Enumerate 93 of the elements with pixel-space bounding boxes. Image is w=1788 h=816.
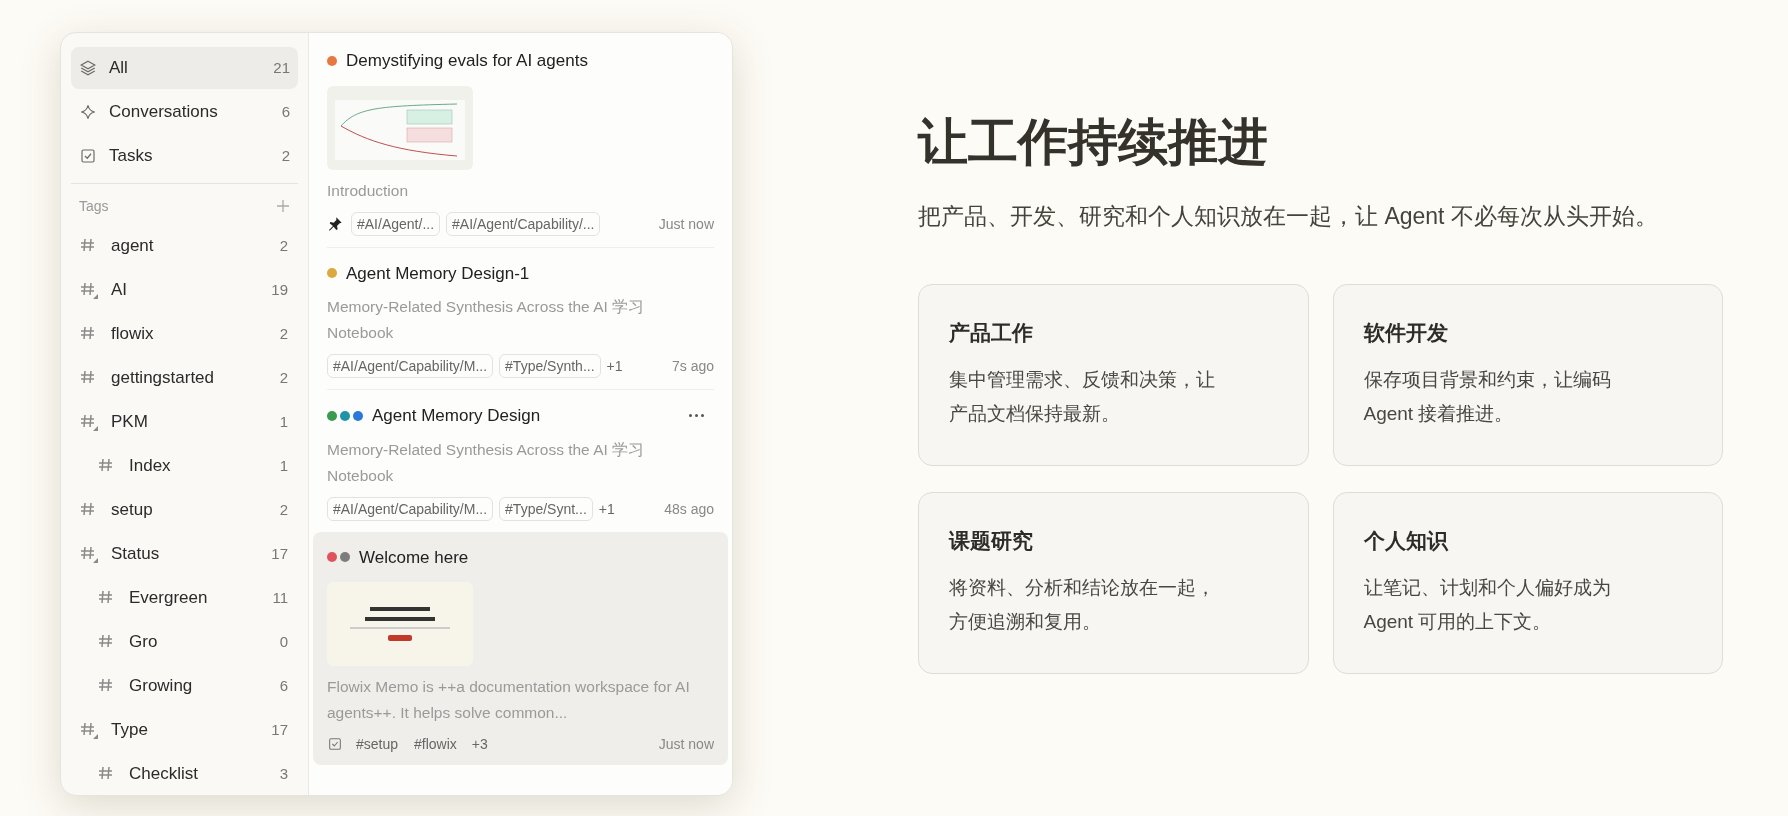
nav-item[interactable]: Conversations 6 bbox=[71, 91, 298, 133]
tag-item[interactable]: gettingstarted 2 bbox=[71, 356, 298, 400]
sparkle-icon bbox=[79, 103, 97, 121]
card-text: 将资料、分析和结论放在一起，方便追溯和复用。 bbox=[949, 575, 1216, 634]
hash-icon bbox=[79, 280, 99, 300]
tag-label: agent bbox=[111, 235, 155, 258]
nav-item[interactable]: Tasks 2 bbox=[71, 135, 298, 177]
tag-label: Evergreen bbox=[129, 587, 209, 610]
checkbox-icon bbox=[79, 147, 97, 165]
tag-item[interactable]: Status 17 bbox=[71, 532, 298, 576]
tag-label: Index bbox=[129, 455, 172, 478]
tag-chip[interactable]: #AI/Agent/... bbox=[351, 211, 441, 236]
tag-count: 1 bbox=[279, 455, 288, 476]
note-title: Agent Memory Design bbox=[372, 405, 541, 427]
tag-chip[interactable]: #AI/Agent/Capability/... bbox=[446, 211, 601, 236]
tag-item[interactable]: AI 19 bbox=[71, 268, 298, 312]
note-title: Agent Memory Design-1 bbox=[346, 262, 530, 285]
hash-icon bbox=[79, 412, 99, 432]
tag-item[interactable]: Growing 6 bbox=[71, 664, 298, 708]
tag-item[interactable]: Gro 0 bbox=[71, 620, 298, 664]
hash-icon bbox=[79, 544, 99, 564]
more-tags-count: +1 bbox=[606, 357, 623, 376]
nav-item[interactable]: All 21 bbox=[71, 47, 298, 89]
note-item[interactable]: Agent Memory Design-1 Memory-Related Synthesis Across the AI 学习 Notebook #AI/Agent/Capability/M... #Type/Synth... +1 7s ago bbox=[313, 247, 728, 389]
tags-heading: Tags bbox=[79, 196, 110, 216]
tag-count: 17 bbox=[271, 719, 288, 740]
card-text: 让笔记、计划和个人偏好成为 Agent 可用的上下文。 bbox=[1363, 575, 1612, 634]
nav-label: All bbox=[109, 57, 129, 80]
tag-item[interactable]: flowix 2 bbox=[71, 312, 298, 356]
more-tags-count: +3 bbox=[471, 735, 488, 754]
card-text: 集中管理需求、反馈和决策，让产品文档保持最新。 bbox=[949, 367, 1216, 426]
note-item[interactable]: Demystifying evals for AI agents Introduction #AI/Agent/... #AI/Agent/Capability/... Just now bbox=[313, 35, 728, 247]
note-time: 48s ago bbox=[664, 499, 714, 519]
note-item[interactable]: Agent Memory Design Memory-Related Synthesis Across the AI 学习 Notebook #AI/Agent/Capability/M... #Type/Synt... +1 48s ago bbox=[313, 390, 728, 532]
tag-label: Gro bbox=[129, 631, 159, 654]
tag-label: AI bbox=[111, 279, 129, 302]
tag-label: Type bbox=[111, 719, 149, 742]
tag-count: 2 bbox=[279, 235, 288, 256]
tag-label: Status bbox=[111, 543, 161, 566]
tag-count: 3 bbox=[279, 763, 288, 784]
tag-count: 1 bbox=[279, 411, 288, 432]
tag-chip[interactable]: #setup bbox=[355, 734, 400, 754]
tag-label: setup bbox=[111, 499, 154, 522]
note-excerpt: Introduction bbox=[327, 180, 409, 201]
card-title: 个人知识 bbox=[1363, 528, 1449, 554]
tag-item[interactable]: Index 1 bbox=[71, 444, 298, 488]
card-title: 软件开发 bbox=[1363, 320, 1449, 346]
tag-count: 6 bbox=[279, 675, 288, 696]
tag-label: Checklist bbox=[129, 763, 199, 786]
tag-chip[interactable]: #AI/Agent/Capability/M... bbox=[327, 496, 494, 521]
hash-icon bbox=[79, 720, 99, 740]
note-excerpt: Flowix Memo is ++a documentation workspace for AI agents++. It helps solve common... bbox=[327, 677, 691, 723]
nav-label: Conversations bbox=[109, 101, 219, 124]
nav-count: 21 bbox=[273, 57, 290, 78]
tag-count: 19 bbox=[271, 279, 288, 300]
tag-chip[interactable]: #flowix bbox=[413, 734, 458, 754]
more-tags-count: +1 bbox=[598, 499, 615, 519]
tag-label: flowix bbox=[111, 323, 155, 346]
tag-count: 2 bbox=[279, 499, 288, 520]
tag-count: 2 bbox=[279, 367, 288, 388]
tag-label: Growing bbox=[129, 675, 194, 698]
note-item[interactable]: Welcome here Flowix Memo is ++a documentation workspace for AI agents++. It helps solve common... #setup #flowix +3 Just now bbox=[313, 531, 728, 765]
tag-chip[interactable]: #Type/Synth... bbox=[499, 354, 601, 378]
tag-item[interactable]: Type 17 bbox=[71, 708, 298, 752]
tag-item[interactable]: Evergreen 11 bbox=[71, 576, 298, 620]
hero-title: 让工作持续推进 bbox=[918, 113, 1269, 172]
tag-item[interactable]: Checklist 3 bbox=[71, 752, 298, 795]
note-title: Welcome here bbox=[359, 546, 469, 569]
note-time: 7s ago bbox=[671, 357, 714, 376]
note-excerpt: Memory-Related Synthesis Across the AI 学习 Notebook bbox=[327, 439, 646, 486]
tag-item[interactable]: agent 2 bbox=[71, 224, 298, 268]
tag-item[interactable]: PKM 1 bbox=[71, 400, 298, 444]
note-excerpt: Memory-Related Synthesis Across the AI 学习 Notebook bbox=[327, 297, 646, 343]
note-title: Demystifying evals for AI agents bbox=[346, 50, 588, 72]
tag-item[interactable]: setup 2 bbox=[71, 488, 298, 532]
card-text: 保存项目背景和约束，让编码 Agent 接着推进。 bbox=[1363, 367, 1612, 426]
note-time: Just now bbox=[658, 735, 714, 754]
tag-label: PKM bbox=[111, 411, 149, 434]
hero-subtitle: 把产品、开发、研究和个人知识放在一起，让 Agent 不必每次从头开始。 bbox=[918, 202, 1659, 231]
nav-label: Tasks bbox=[109, 145, 154, 168]
nav-count: 6 bbox=[281, 101, 290, 122]
tag-count: 0 bbox=[279, 631, 288, 652]
card-title: 课题研究 bbox=[949, 528, 1034, 554]
tag-count: 17 bbox=[271, 543, 288, 564]
card-title: 产品工作 bbox=[949, 320, 1034, 346]
nav-count: 2 bbox=[281, 145, 290, 166]
note-time: Just now bbox=[658, 214, 714, 234]
layers-icon bbox=[79, 59, 97, 77]
tag-chip[interactable]: #AI/Agent/Capability/M... bbox=[327, 354, 494, 378]
tag-label: gettingstarted bbox=[111, 367, 215, 390]
tag-count: 11 bbox=[272, 587, 288, 608]
tag-count: 2 bbox=[279, 323, 288, 344]
tag-chip[interactable]: #Type/Synt... bbox=[499, 496, 593, 521]
